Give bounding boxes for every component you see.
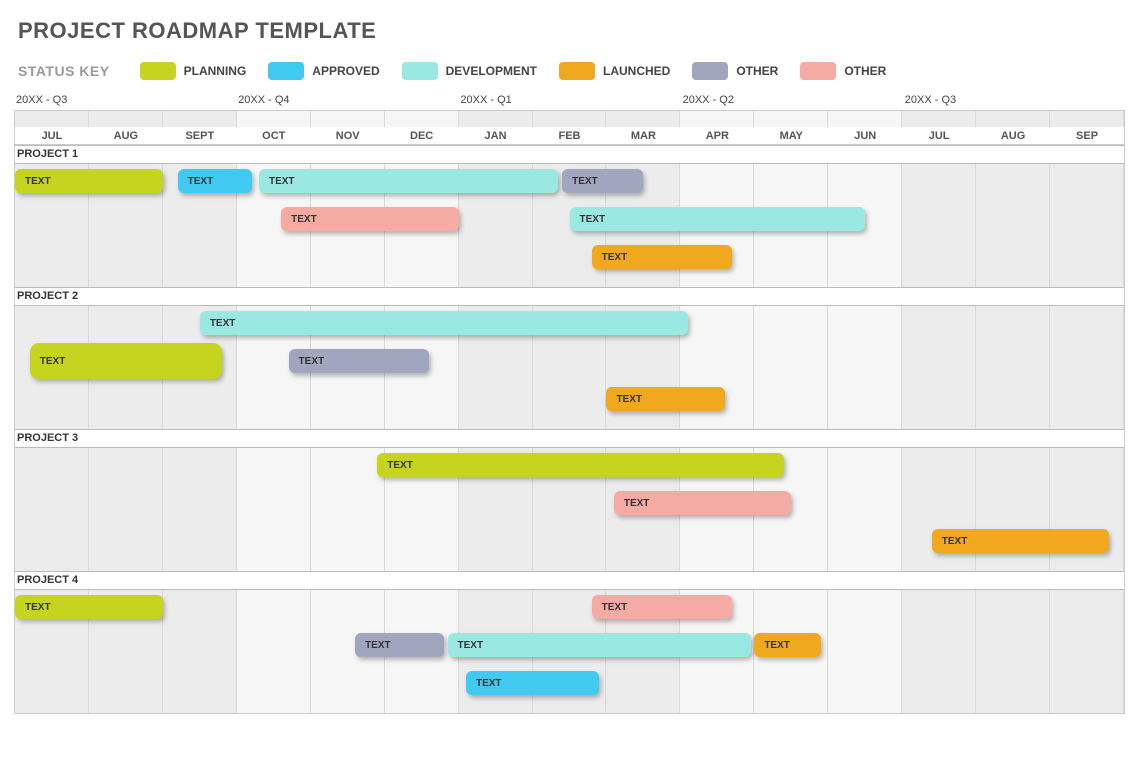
swimlane-label: PROJECT 1 (17, 146, 78, 162)
gantt-bar[interactable]: TEXT (562, 169, 643, 193)
month-header: JAN (459, 127, 533, 145)
page-title: PROJECT ROADMAP TEMPLATE (18, 18, 1125, 44)
legend-text: OTHER (736, 64, 778, 78)
legend-label: STATUS KEY (18, 63, 110, 79)
legend-item-launched: LAUNCHED (559, 62, 670, 80)
month-header: JUN (828, 127, 902, 145)
gantt-bar[interactable]: TEXT (178, 169, 252, 193)
legend-text: OTHER (844, 64, 886, 78)
swimlane-label-bg (15, 287, 1124, 305)
quarter-header: 20XX - Q3 (903, 94, 956, 110)
gantt-bar[interactable]: TEXT (15, 595, 163, 619)
legend-item-development: DEVELOPMENT (402, 62, 537, 80)
gantt-bar[interactable]: TEXT (281, 207, 458, 231)
month-header: NOV (311, 127, 385, 145)
legend-swatch-other2 (800, 62, 836, 80)
swimlane-label: PROJECT 4 (17, 572, 78, 588)
month-header: DEC (385, 127, 459, 145)
month-header: SEPT (163, 127, 237, 145)
legend-item-approved: APPROVED (268, 62, 379, 80)
month-header: AUG (89, 127, 163, 145)
gantt-bar[interactable]: TEXT (200, 311, 688, 335)
swimlane-label: PROJECT 2 (17, 288, 78, 304)
quarter-header: 20XX - Q3 (14, 94, 67, 110)
legend-swatch-development (402, 62, 438, 80)
legend-text: DEVELOPMENT (446, 64, 537, 78)
gantt-bar[interactable]: TEXT (570, 207, 866, 231)
month-header: OCT (237, 127, 311, 145)
month-header: JUL (15, 127, 89, 145)
swimlane-label-bg (15, 429, 1124, 447)
legend-swatch-planning (140, 62, 176, 80)
quarter-header: 20XX - Q1 (458, 94, 511, 110)
legend-swatch-launched (559, 62, 595, 80)
month-header: MAR (606, 127, 680, 145)
quarter-header: 20XX - Q2 (681, 94, 734, 110)
roadmap-grid: JULAUGSEPTOCTNOVDECJANFEBMARAPRMAYJUNJUL… (14, 110, 1125, 714)
gantt-bar[interactable]: TEXT (754, 633, 821, 657)
gantt-bar[interactable]: TEXT (259, 169, 558, 193)
gantt-bar[interactable]: TEXT (289, 349, 429, 373)
month-header: FEB (533, 127, 607, 145)
gantt-bar[interactable]: TEXT (15, 169, 163, 193)
month-header: JUL (902, 127, 976, 145)
gantt-bar[interactable]: TEXT (932, 529, 1109, 553)
swimlane-label: PROJECT 3 (17, 430, 78, 446)
legend-swatch-other1 (692, 62, 728, 80)
month-header: MAY (754, 127, 828, 145)
month-header: SEP (1050, 127, 1124, 145)
gantt-bar[interactable]: TEXT (614, 491, 791, 515)
swimlane-label-bg (15, 571, 1124, 589)
roadmap: 20XX - Q3 20XX - Q4 20XX - Q1 20XX - Q2 20XX… (14, 94, 1125, 714)
month-header: APR (680, 127, 754, 145)
swimlane-label-bg (15, 145, 1124, 163)
gantt-bar[interactable]: TEXT (592, 595, 732, 619)
legend-item-other2: OTHER (800, 62, 886, 80)
gantt-bar[interactable]: TEXT (606, 387, 724, 411)
status-legend: STATUS KEY PLANNING APPROVED DEVELOPMENT LA… (14, 54, 1125, 94)
legend-text: LAUNCHED (603, 64, 670, 78)
gantt-bar[interactable]: TEXT (30, 343, 222, 379)
gantt-bar[interactable]: TEXT (355, 633, 444, 657)
gantt-bar[interactable]: TEXT (466, 671, 599, 695)
month-header: AUG (976, 127, 1050, 145)
quarter-header: 20XX - Q4 (236, 94, 289, 110)
gantt-bar[interactable]: TEXT (448, 633, 751, 657)
gantt-bar[interactable]: TEXT (592, 245, 732, 269)
legend-text: APPROVED (312, 64, 379, 78)
legend-item-other1: OTHER (692, 62, 778, 80)
legend-swatch-approved (268, 62, 304, 80)
legend-item-planning: PLANNING (140, 62, 247, 80)
gantt-bar[interactable]: TEXT (377, 453, 784, 477)
legend-text: PLANNING (184, 64, 247, 78)
